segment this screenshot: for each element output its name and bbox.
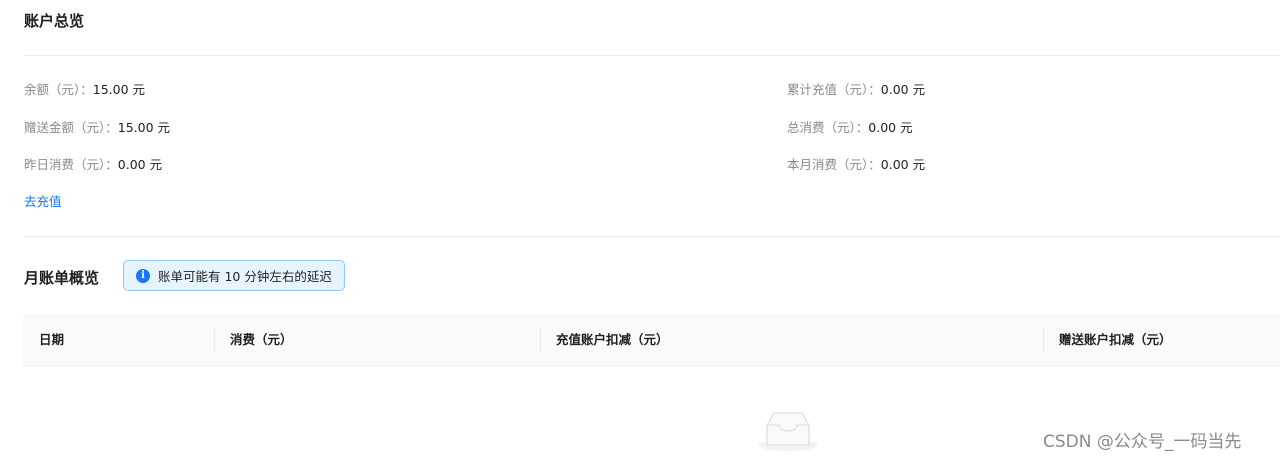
column-gift-deduction: 赠送账户扣减（元）	[1059, 332, 1172, 347]
account-overview-title: 账户总览	[24, 12, 85, 30]
gift-amount-label: 赠送金额（元）：	[24, 120, 118, 135]
column-spend: 消费（元）	[230, 332, 293, 347]
balance-stat: 余额（元）：15.00 元	[24, 81, 145, 99]
balance-label: 余额（元）：	[24, 82, 93, 97]
total-spend-stat: 总消费（元）：0.00 元	[787, 119, 913, 137]
yesterday-spend-value: 0.00 元	[117, 157, 163, 172]
info-icon: i	[136, 268, 150, 283]
yesterday-spend-stat: 昨日消费（元）：0.00 元	[24, 156, 162, 174]
gift-amount-value: 15.00 元	[117, 120, 171, 135]
watermark: CSDN @公众号_一码当先	[1043, 432, 1242, 452]
column-separator	[1043, 327, 1044, 353]
table-header: 日期 消费（元） 充值账户扣减（元） 赠送账户扣减（元）	[23, 314, 1280, 366]
empty-box-icon	[758, 412, 818, 451]
column-date: 日期	[39, 332, 65, 347]
monthly-bill-title: 月账单概览	[24, 269, 100, 287]
column-separator	[540, 327, 541, 353]
recharge-link[interactable]: 去充值	[24, 193, 62, 211]
month-spend-stat: 本月消费（元）：0.00 元	[787, 156, 925, 174]
delay-notice: i 账单可能有 10 分钟左右的延迟	[123, 260, 345, 291]
balance-value: 15.00 元	[92, 82, 146, 97]
total-spend-value: 0.00 元	[868, 120, 913, 135]
divider	[24, 236, 1280, 237]
month-spend-label: 本月消费（元）：	[787, 157, 881, 172]
yesterday-spend-label: 昨日消费（元）：	[24, 157, 118, 172]
total-recharge-value: 0.00 元	[880, 82, 926, 97]
total-spend-label: 总消费（元）：	[787, 120, 869, 135]
column-separator	[214, 327, 215, 353]
gift-amount-stat: 赠送金额（元）：15.00 元	[24, 119, 170, 137]
delay-notice-text: 账单可能有 10 分钟左右的延迟	[158, 269, 332, 284]
divider	[24, 55, 1280, 56]
month-spend-value: 0.00 元	[880, 157, 926, 172]
total-recharge-label: 累计充值（元）：	[787, 82, 881, 97]
total-recharge-stat: 累计充值（元）：0.00 元	[787, 81, 925, 99]
column-recharge-deduction: 充值账户扣减（元）	[556, 332, 669, 347]
